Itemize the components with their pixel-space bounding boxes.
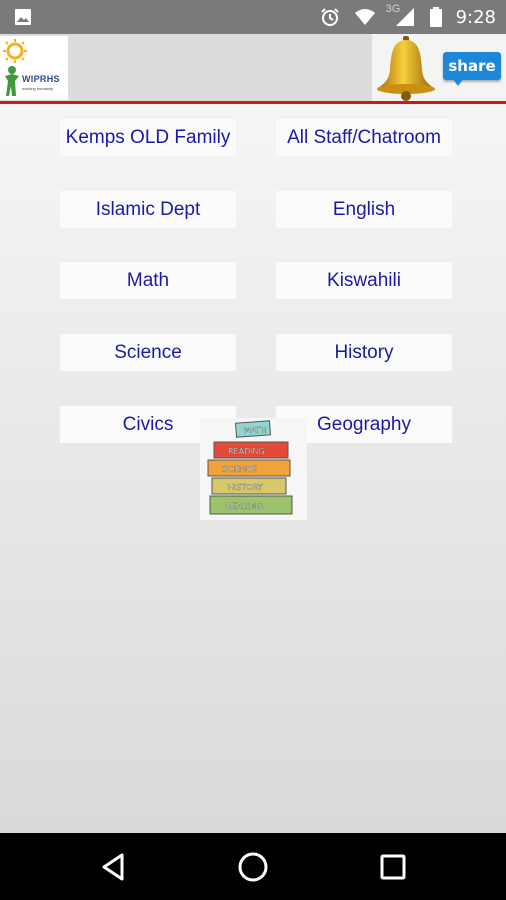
share-label: share <box>448 57 496 75</box>
bell-icon <box>377 36 435 101</box>
book-spine-science: SCIENCE <box>222 465 257 474</box>
menu-button-kemps-old-family[interactable]: Kemps OLD Family <box>60 119 236 156</box>
logo-subtitle: working humanity <box>22 86 54 91</box>
logo-title: WIPRHS <box>22 74 60 84</box>
wifi-icon <box>354 9 375 25</box>
person-icon <box>5 66 19 96</box>
notification-button[interactable] <box>372 34 440 102</box>
navigation-bar <box>0 833 506 900</box>
book-stack-image: MATH READING SCIENCE HISTORY READING <box>207 420 293 515</box>
menu-button-science[interactable]: Science <box>60 334 236 371</box>
menu-button-math[interactable]: Math <box>60 262 236 299</box>
recents-icon[interactable] <box>375 849 411 885</box>
alarm-icon <box>320 8 339 26</box>
books-illustration: MATH READING SCIENCE HISTORY READING <box>200 418 307 520</box>
signal-icon <box>395 8 414 26</box>
share-button[interactable]: share <box>440 34 506 102</box>
back-icon[interactable] <box>96 849 132 885</box>
menu-button-kiswahili[interactable]: Kiswahili <box>276 262 452 299</box>
book-spine-reading-bottom: READING <box>226 502 263 511</box>
menu-button-history[interactable]: History <box>276 334 452 371</box>
clock: 9:28 <box>455 6 496 28</box>
share-bubble: share <box>443 52 501 80</box>
app-header: WIPRHS working humanity share <box>0 34 506 102</box>
book-spine-history: HISTORY <box>228 483 263 492</box>
share-bubble-tail <box>452 78 464 86</box>
menu-button-all-staff-chatroom[interactable]: All Staff/Chatroom <box>276 119 452 156</box>
signal-indicator: 3G <box>386 3 416 27</box>
menu-button-english[interactable]: English <box>276 191 452 228</box>
book-spine-reading-top: READING <box>228 447 265 456</box>
app-logo[interactable]: WIPRHS working humanity <box>0 36 68 100</box>
menu-button-islamic-dept[interactable]: Islamic Dept <box>60 191 236 228</box>
gallery-icon <box>15 9 31 25</box>
status-bar: 3G 9:28 <box>0 0 506 34</box>
battery-icon <box>429 7 442 27</box>
main-content: Kemps OLD Family All Staff/Chatroom Isla… <box>0 104 506 833</box>
home-icon[interactable] <box>235 849 271 885</box>
book-spine-math: MATH <box>244 426 267 435</box>
